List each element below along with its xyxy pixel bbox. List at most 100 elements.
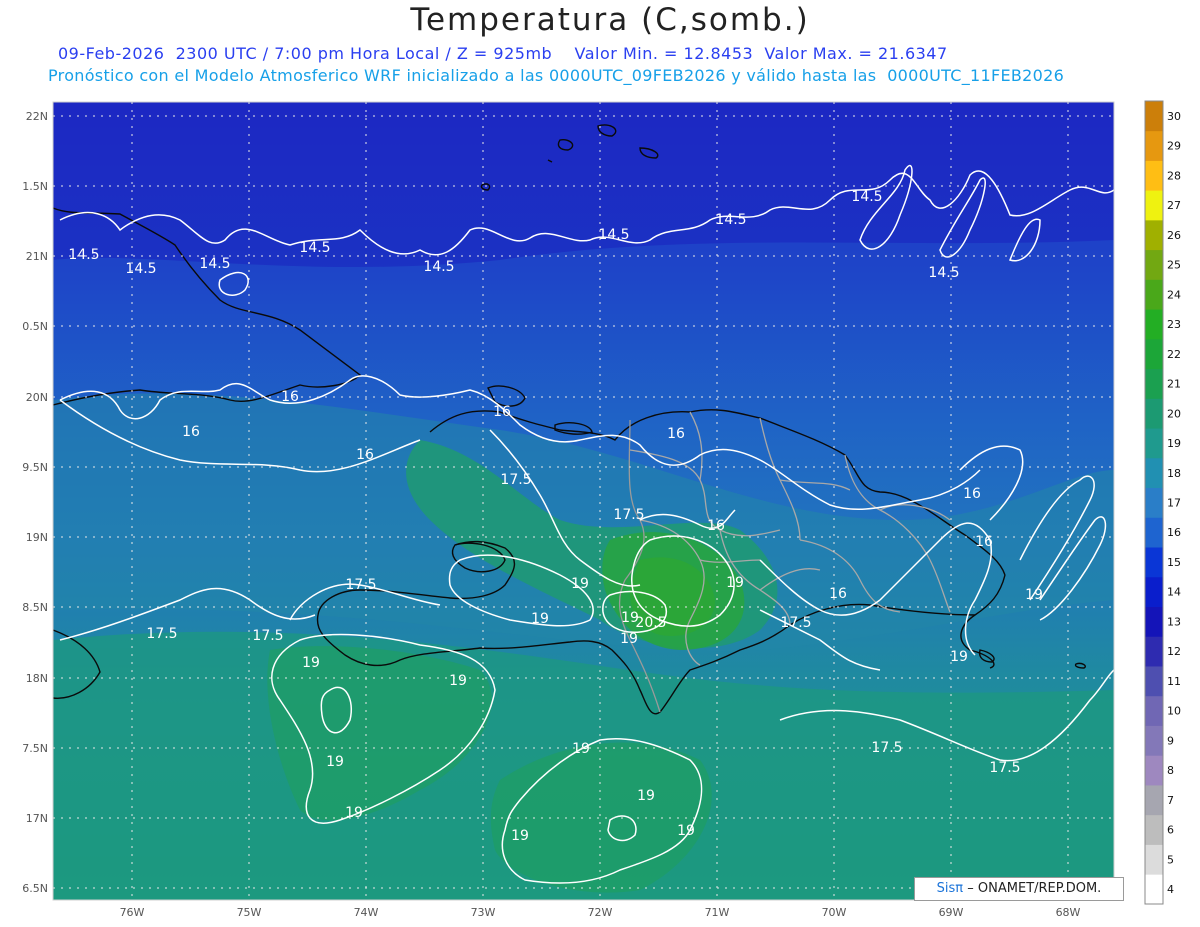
- lon-label: 71W: [705, 906, 730, 919]
- colorbar-label: 22: [1167, 348, 1181, 361]
- colorbar-label: 15: [1167, 556, 1181, 569]
- lat-label: 18N: [26, 672, 48, 685]
- colorbar-swatch: [1145, 814, 1163, 845]
- contour-label: 19: [326, 754, 344, 770]
- contour-label: 14.5: [715, 212, 746, 228]
- credit-box: Sisπ – ONAMET/REP.DOM.: [914, 877, 1124, 901]
- colorbar-label: 20: [1167, 407, 1181, 420]
- contour-label: 19: [302, 655, 320, 671]
- contour-label: 19: [449, 673, 467, 689]
- contour-label: 14.5: [199, 256, 230, 272]
- colorbar-swatch: [1145, 428, 1163, 459]
- colorbar-label: 13: [1167, 615, 1181, 628]
- forecast-map: 14.5 14.5 14.5 14.5 14.5 14.5 14.5 14.5 …: [22, 100, 1181, 919]
- lon-label: 73W: [471, 906, 496, 919]
- contour-label-extra: 19: [572, 741, 590, 757]
- colorbar-swatch: [1145, 190, 1163, 221]
- contour-label: 17.5: [500, 472, 531, 488]
- colorbar-label: 6: [1167, 824, 1174, 837]
- colorbar-label: 19: [1167, 437, 1181, 450]
- colorbar-label: 28: [1167, 169, 1181, 182]
- lon-label: 72W: [588, 906, 613, 919]
- contour-label-extra: 19: [637, 788, 655, 804]
- lon-label: 70W: [822, 906, 847, 919]
- contour-label: 16: [667, 426, 685, 442]
- colorbar-label: 25: [1167, 259, 1181, 272]
- contour-label-extra: 19: [621, 610, 639, 626]
- contour-label: 19: [531, 611, 549, 627]
- contour-label: 14.5: [125, 261, 156, 277]
- lon-label: 74W: [354, 906, 379, 919]
- colorbar-swatch: [1145, 576, 1163, 607]
- lon-label: 68W: [1056, 906, 1081, 919]
- lon-label: 75W: [237, 906, 262, 919]
- contour-label: 16: [281, 389, 299, 405]
- contour-label: 19: [950, 649, 968, 665]
- colorbar-swatch: [1145, 279, 1163, 310]
- credit-org-text: – ONAMET/REP.DOM.: [967, 881, 1102, 896]
- colorbar-label: 9: [1167, 734, 1174, 747]
- contour-label-extra: 19: [511, 828, 529, 844]
- colorbar-swatch: [1145, 666, 1163, 697]
- colorbar-label: 8: [1167, 764, 1174, 777]
- contour-label: 16: [493, 404, 511, 420]
- lat-label: 6.5N: [22, 882, 48, 895]
- colorbar-label: 7: [1167, 794, 1174, 807]
- colorbar-swatch: [1145, 101, 1163, 132]
- contour-label: 19: [345, 805, 363, 821]
- colorbar-label: 29: [1167, 140, 1181, 153]
- contour-label-extra: 19: [677, 823, 695, 839]
- contour-label: 16: [356, 447, 374, 463]
- sis-logo-text: Sisπ: [936, 881, 964, 896]
- colorbar-label: 14: [1167, 586, 1181, 599]
- colorbar-swatch: [1145, 636, 1163, 667]
- colorbar-swatch: [1145, 309, 1163, 340]
- colorbar-swatch: [1145, 517, 1163, 548]
- colorbar-label: 4: [1167, 883, 1174, 896]
- colorbar-swatch: [1145, 547, 1163, 578]
- colorbar-swatch: [1145, 368, 1163, 399]
- latitude-labels: 22N 1.5N 21N 0.5N 20N 9.5N 19N 8.5N 18N …: [22, 110, 48, 895]
- longitude-labels: 76W 75W 74W 73W 72W 71W 70W 69W 68W: [120, 906, 1081, 919]
- contour-label: 16: [975, 534, 993, 550]
- colorbar-swatch: [1145, 249, 1163, 280]
- contour-label: 14.5: [851, 189, 882, 205]
- contour-label: 17.5: [252, 628, 283, 644]
- contour-label: 17.5: [146, 626, 177, 642]
- colorbar-label: 27: [1167, 199, 1181, 212]
- colorbar-swatch: [1145, 160, 1163, 191]
- lat-label: 9.5N: [22, 461, 48, 474]
- colorbar-label: 21: [1167, 378, 1181, 391]
- colorbar-swatch: [1145, 874, 1163, 905]
- colorbar-label: 30: [1167, 110, 1181, 123]
- contour-label: 17.5: [989, 760, 1020, 776]
- lat-label: 21N: [26, 250, 48, 263]
- lat-label: 1.5N: [22, 180, 48, 193]
- colorbar-label: 17: [1167, 497, 1181, 510]
- contour-label: 17.5: [345, 577, 376, 593]
- contour-label: 17.5: [780, 615, 811, 631]
- colorbar-swatch: [1145, 457, 1163, 489]
- colorbar-label: 18: [1167, 467, 1181, 480]
- lon-label: 76W: [120, 906, 145, 919]
- colorbar-swatch: [1145, 398, 1163, 429]
- colorbar-swatch: [1145, 338, 1163, 370]
- colorbar-label: 23: [1167, 318, 1181, 331]
- colorbar-swatch: [1145, 725, 1163, 756]
- lat-label: 7.5N: [22, 742, 48, 755]
- lat-label: 19N: [26, 531, 48, 544]
- lat-label: 0.5N: [22, 320, 48, 333]
- contour-label: 14.5: [299, 240, 330, 256]
- contour-label: 19: [571, 576, 589, 592]
- colorbar-swatch: [1145, 219, 1163, 251]
- colorbar-label: 24: [1167, 288, 1181, 301]
- lat-label: 22N: [26, 110, 48, 123]
- contour-label: 14.5: [68, 247, 99, 263]
- colorbar-swatch: [1145, 695, 1163, 726]
- contour-label: 20.5: [635, 615, 666, 631]
- colorbar-swatch: [1145, 487, 1163, 518]
- contour-label: 16: [707, 518, 725, 534]
- colorbar-swatch: [1145, 130, 1163, 161]
- contour-label: 14.5: [928, 265, 959, 281]
- contour-label: 16: [829, 586, 847, 602]
